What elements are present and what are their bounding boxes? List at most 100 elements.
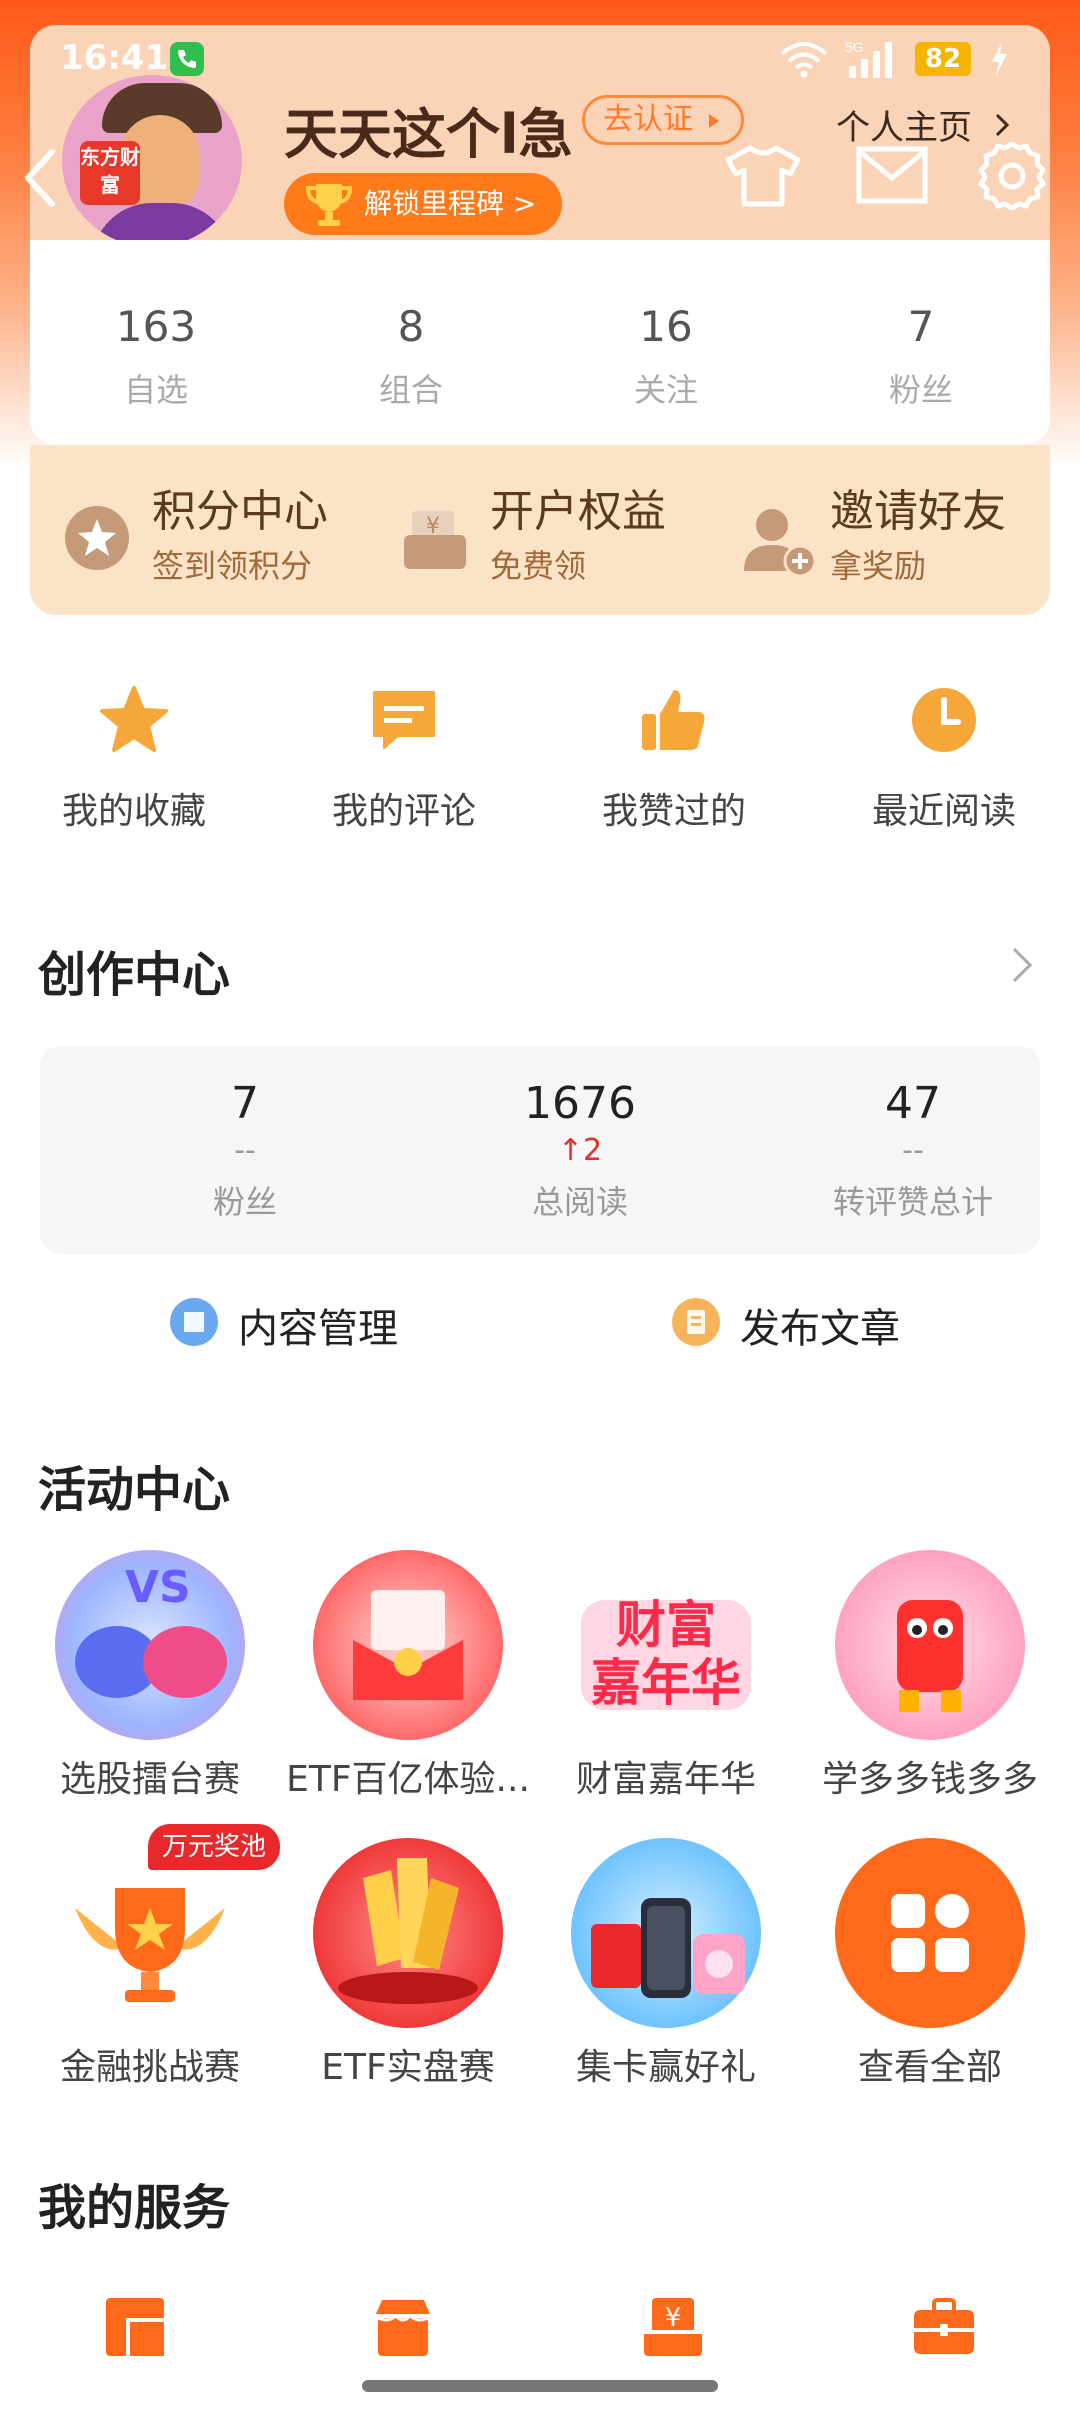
activity-label: ETF百亿体验... [286,1759,530,1800]
gold-bars-icon [313,1838,503,2028]
creator-stat-label: 转评赞总计 [832,1183,993,1221]
arrow-up-icon: ↑ [557,1133,584,1168]
quick-link-recent-reads[interactable]: 最近阅读 [824,684,1064,834]
service-store-icon[interactable] [372,2296,434,2362]
battery-level: 82 [915,42,971,76]
svg-text:VS: VS [125,1562,191,1613]
stat-label: 关注 [633,371,698,409]
service-layout-icon[interactable] [104,2296,166,2362]
stat-following[interactable]: 16 关注 [566,302,766,411]
service-yen-icon[interactable]: ¥ [642,2296,704,2362]
activity-label: 集卡赢好礼 [575,2047,756,2088]
stat-followers[interactable]: 7 粉丝 [821,302,1021,411]
activity-label: 金融挑战赛 [59,2047,240,2088]
star-coin-icon [62,503,132,577]
profile-stats-card: 163 自选 8 组合 16 关注 7 粉丝 [30,240,1050,445]
red-mascot-icon [835,1550,1025,1740]
activity-stock-arena[interactable]: VS 选股擂台赛 [20,1550,280,1802]
content-book-icon [170,1298,218,1346]
stat-watchlist[interactable]: 163 自选 [56,302,256,411]
perk-title: 积分中心 [152,486,328,537]
clock-icon [908,684,980,756]
tshirt-icon[interactable] [724,144,802,212]
perk-subtitle: 签到领积分 [152,547,313,585]
stat-label: 粉丝 [888,371,953,409]
homepage-link-label: 个人主页 [836,108,972,148]
activity-label: ETF实盘赛 [321,2047,495,2088]
creator-stat-delta: -- [234,1133,256,1168]
avatar[interactable]: 东方财富 [62,75,242,247]
activity-finance-challenge[interactable]: 金融挑战赛 [20,1838,280,2090]
wifi-icon [780,40,828,82]
status-time: 16:41 [60,38,169,78]
stat-value: 16 [639,302,693,351]
service-briefcase-icon[interactable] [912,2296,976,2362]
quick-link-label: 我的收藏 [61,791,206,832]
creator-stat-delta: -- [902,1133,924,1168]
settings-gear-icon[interactable] [976,140,1048,216]
username: 天天这个l急 [284,103,573,166]
trophy-icon [304,180,354,232]
star-icon [98,684,170,756]
activity-label: 财富嘉年华 [575,1759,756,1800]
creator-stat-followers[interactable]: 7 -- 粉丝 [95,1078,395,1223]
creator-stat-value: 1676 [524,1078,636,1129]
quick-link-liked[interactable]: 我赞过的 [554,684,794,834]
activity-etf-trial[interactable]: ETF百亿体验... [278,1550,538,1802]
creator-stat-engagement[interactable]: 47 -- 转评赞总计 [763,1078,1063,1223]
stat-label: 自选 [123,371,188,409]
carnival-logo-line-1: 财富 [616,1596,716,1654]
my-services-title: 我的服务 [38,2180,231,2236]
quick-link-label: 我赞过的 [601,791,746,832]
activity-etf-live-contest[interactable]: ETF实盘赛 [278,1838,538,2090]
grid-icon [835,1838,1025,2028]
perk-subtitle: 免费领 [490,547,587,585]
stat-value: 163 [115,302,197,351]
stat-label: 组合 [378,371,443,409]
creator-center-title[interactable]: 创作中心 [38,935,230,1005]
chevron-right-icon [995,113,1009,137]
red-envelope-icon [313,1550,503,1740]
quick-link-favorites[interactable]: 我的收藏 [14,684,254,834]
activity-label: 学多多钱多多 [821,1759,1038,1800]
phone-call-icon [170,42,204,76]
quick-link-label: 最近阅读 [871,791,1016,832]
carnival-logo-icon: 财富 嘉年华 [571,1550,761,1740]
mail-icon[interactable] [856,146,928,208]
verify-button[interactable]: 去认证 [582,95,744,145]
comment-icon [368,684,440,756]
activity-label: 查看全部 [857,2047,1002,2088]
thumbs-up-icon [638,684,710,756]
cellular-signal-icon: 5G [845,38,905,84]
network-type: 5G [845,39,864,55]
activity-view-all[interactable]: 查看全部 [800,1838,1060,2090]
svg-text:¥: ¥ [665,2303,682,2333]
quick-link-label: 我的评论 [331,791,476,832]
creator-stats-card: 7 -- 粉丝 1676 ↑2 总阅读 47 -- 转评赞总计 [40,1046,1040,1254]
action-label: 内容管理 [238,1306,398,1352]
creator-stat-label: 粉丝 [212,1183,277,1221]
perk-title: 邀请好友 [830,486,1006,537]
perk-title: 开户权益 [490,486,666,537]
stat-portfolios[interactable]: 8 组合 [311,302,511,411]
activity-wealth-carnival[interactable]: 财富 嘉年华 财富嘉年华 [536,1550,796,1802]
quick-link-comments[interactable]: 我的评论 [284,684,524,834]
stat-value: 7 [907,302,935,351]
chevron-right-icon[interactable] [1010,945,1034,989]
creator-stat-value: 7 [231,1078,259,1129]
activity-label: 选股擂台赛 [59,1759,240,1800]
home-indicator[interactable] [362,2380,718,2392]
play-arrow-icon [708,113,719,128]
back-arrow-icon[interactable] [22,148,58,212]
prize-pool-badge: 万元奖池 [148,1824,280,1870]
creator-stat-delta: ↑2 [430,1133,730,1173]
status-bar: 16:41 5G 82 [60,38,1020,88]
activity-learn-earn[interactable]: 学多多钱多多 [800,1550,1060,1802]
activity-card-collect[interactable]: 集卡赢好礼 [536,1838,796,2090]
verify-button-label: 去认证 [603,102,693,137]
milestone-button-label: 解锁里程碑 > [364,187,537,220]
creator-stat-delta-value: 2 [583,1133,603,1168]
perks-banner: 积分中心 签到领积分 ¥ 开户权益 免费领 邀请好友 拿奖励 [30,445,1050,615]
boxing-gloves-icon: VS [55,1550,245,1740]
creator-stat-total-reads[interactable]: 1676 ↑2 总阅读 [430,1078,730,1223]
